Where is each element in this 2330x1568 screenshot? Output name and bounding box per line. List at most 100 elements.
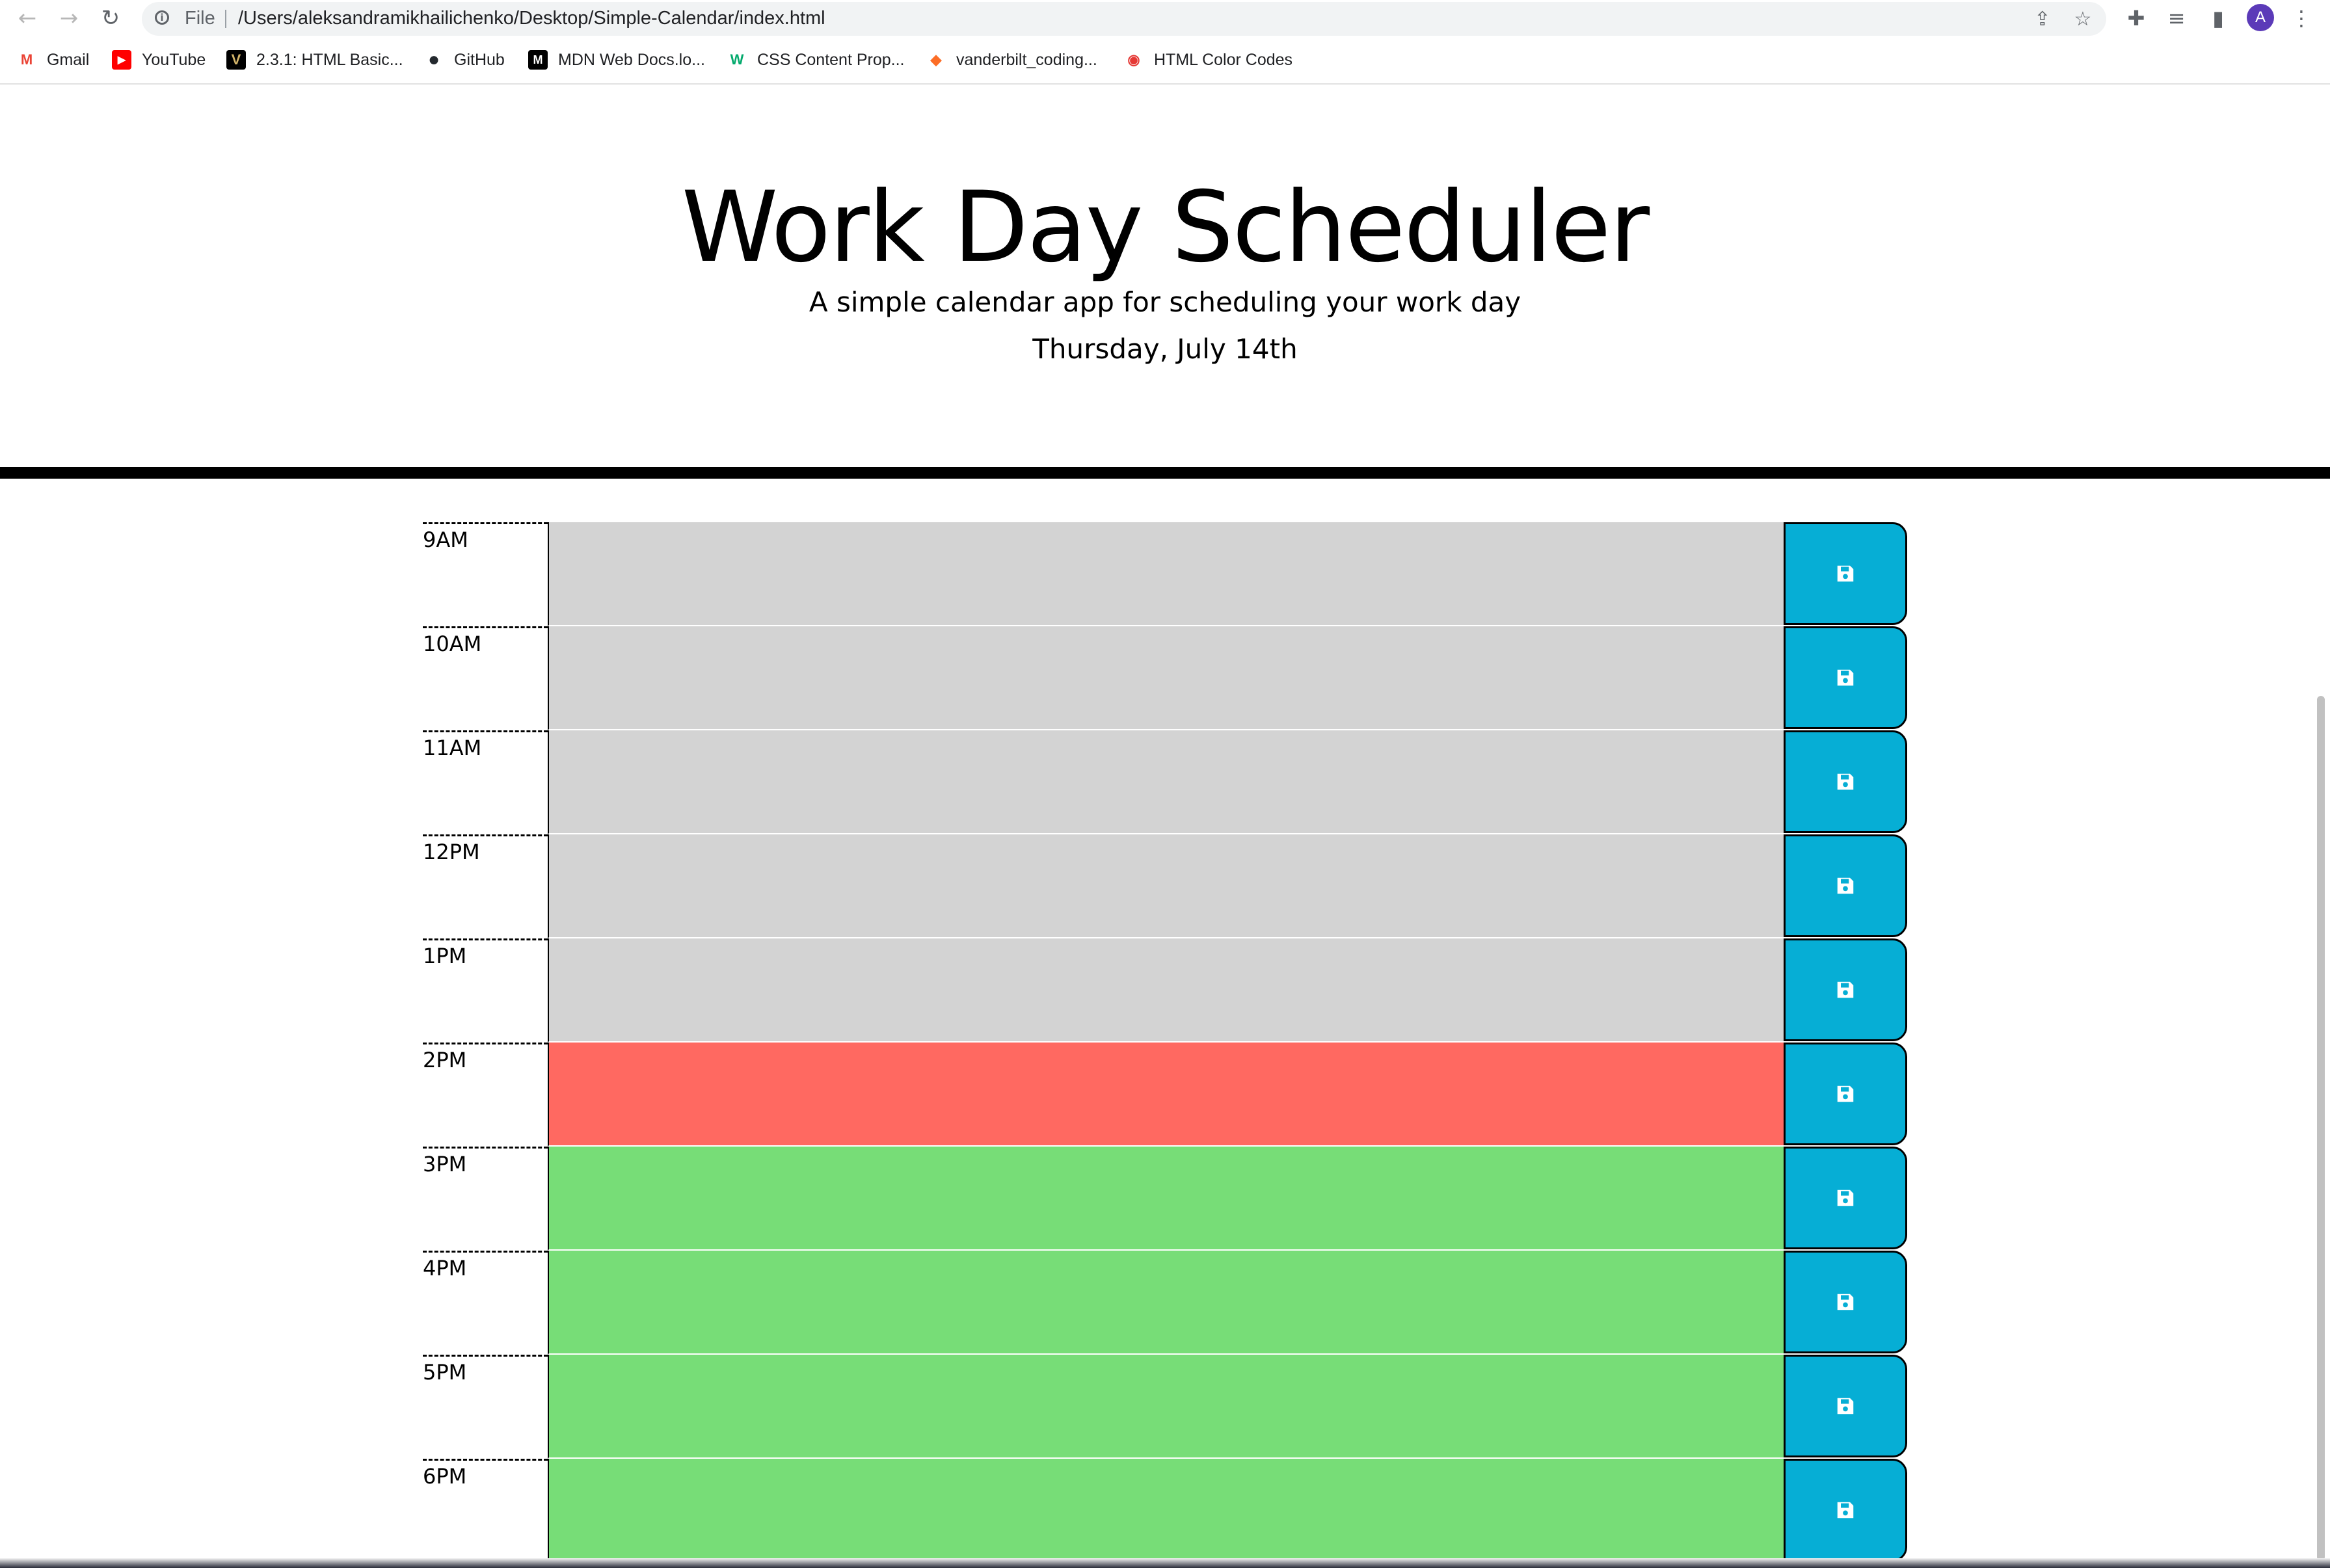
url-text[interactable]: /Users/aleksandramikhailichenko/Desktop/… — [238, 8, 825, 29]
hour-label: 11AM — [423, 730, 548, 834]
save-icon — [1837, 1189, 1854, 1206]
event-description-input[interactable] — [548, 730, 1784, 834]
save-icon — [1837, 565, 1854, 582]
page-scrollbar[interactable] — [2317, 696, 2325, 1561]
event-description-input[interactable] — [548, 1147, 1784, 1251]
event-description-input[interactable] — [548, 938, 1784, 1043]
page-subtitle: A simple calendar app for scheduling you… — [809, 286, 1521, 318]
share-icon[interactable]: ⇪ — [2031, 7, 2054, 31]
time-block: 3PM — [423, 1147, 1907, 1251]
bookmark-label: CSS Content Prop... — [757, 50, 905, 69]
bookmarks-bar: M Gmail ▶ YouTube V 2.3.1: HTML Basic...… — [0, 46, 2330, 74]
side-panel-icon[interactable]: ▮ — [2204, 4, 2232, 33]
menu-kebab-icon[interactable]: ⋮ — [2287, 4, 2316, 33]
gitlab-icon: ◆ — [930, 51, 942, 68]
event-description-input[interactable] — [548, 1355, 1784, 1459]
hour-label: 4PM — [423, 1251, 548, 1355]
save-button[interactable] — [1784, 1251, 1907, 1353]
hour-label: 12PM — [423, 834, 548, 938]
youtube-icon: ▶ — [112, 50, 131, 70]
hour-label: 9AM — [423, 522, 548, 626]
event-description-input[interactable] — [548, 834, 1784, 938]
bookmark-gmail[interactable]: M Gmail — [17, 46, 89, 74]
save-icon — [1837, 1294, 1854, 1310]
save-icon — [1837, 669, 1854, 686]
save-button[interactable] — [1784, 730, 1907, 833]
save-icon — [1837, 1398, 1854, 1415]
current-day: Thursday, July 14th — [1032, 333, 1298, 365]
save-button[interactable] — [1784, 522, 1907, 625]
bookmark-label: 2.3.1: HTML Basic... — [256, 50, 403, 69]
reading-list-icon[interactable]: ≡ — [2162, 4, 2191, 33]
time-block: 5PM — [423, 1355, 1907, 1459]
bookmark-github[interactable]: ● GitHub — [424, 46, 505, 74]
time-block: 12PM — [423, 834, 1907, 938]
mdn-icon: M — [528, 50, 548, 70]
time-block: 1PM — [423, 938, 1907, 1043]
hour-label: 1PM — [423, 938, 548, 1043]
event-description-input[interactable] — [548, 1251, 1784, 1355]
time-block: 6PM — [423, 1459, 1907, 1563]
schedule-container: 9AM 10AM 11AM 12PM 1PM 2PM 3PM 4PM 5PM 6… — [423, 522, 1907, 1563]
time-block: 11AM — [423, 730, 1907, 834]
address-divider — [225, 10, 226, 28]
bookmark-label: YouTube — [142, 50, 206, 69]
browser-toolbar: ← → ↻ i File /Users/aleksandramikhailich… — [0, 0, 2330, 36]
save-button[interactable] — [1784, 1459, 1907, 1561]
time-block: 9AM — [423, 522, 1907, 626]
vanderbilt-icon: V — [226, 50, 246, 70]
reload-icon[interactable]: ↻ — [98, 5, 124, 31]
extensions-puzzle-icon[interactable]: ✚ — [2122, 4, 2150, 33]
window-bottom-edge — [0, 1558, 2330, 1568]
time-block: 2PM — [423, 1043, 1907, 1147]
browser-chrome: ← → ↻ i File /Users/aleksandramikhailich… — [0, 0, 2330, 85]
save-button[interactable] — [1784, 1147, 1907, 1249]
w3schools-icon: W — [730, 51, 744, 68]
bookmark-label: Gmail — [47, 50, 90, 69]
event-description-input[interactable] — [548, 1459, 1784, 1563]
time-block: 4PM — [423, 1251, 1907, 1355]
save-button[interactable] — [1784, 938, 1907, 1041]
save-icon — [1837, 877, 1854, 894]
bookmark-html-basics[interactable]: V 2.3.1: HTML Basic... — [226, 46, 403, 74]
profile-avatar[interactable]: A — [2247, 4, 2274, 31]
hour-label: 2PM — [423, 1043, 548, 1147]
bookmark-star-icon[interactable]: ☆ — [2071, 7, 2095, 31]
page: ← → ↻ i File /Users/aleksandramikhailich… — [0, 0, 2330, 1568]
time-block: 10AM — [423, 626, 1907, 730]
bookmark-css-content[interactable]: W CSS Content Prop... — [727, 46, 905, 74]
event-description-input[interactable] — [548, 1043, 1784, 1147]
bookmark-youtube[interactable]: ▶ YouTube — [112, 46, 206, 74]
github-icon: ● — [427, 49, 440, 70]
event-description-input[interactable] — [548, 626, 1784, 730]
hour-label: 3PM — [423, 1147, 548, 1251]
bookmark-label: GitHub — [454, 50, 505, 69]
hour-label: 5PM — [423, 1355, 548, 1459]
bookmark-vanderbilt-coding[interactable]: ◆ vanderbilt_coding... — [926, 46, 1097, 74]
bookmark-label: MDN Web Docs.lo... — [558, 50, 705, 69]
file-scheme-label: File — [185, 8, 215, 29]
bookmark-html-color-codes[interactable]: ◉ HTML Color Codes — [1124, 46, 1292, 74]
event-description-input[interactable] — [548, 522, 1784, 626]
save-button[interactable] — [1784, 834, 1907, 937]
gmail-icon: M — [20, 51, 33, 68]
hour-label: 6PM — [423, 1459, 548, 1563]
save-button[interactable] — [1784, 1043, 1907, 1145]
save-icon — [1837, 1085, 1854, 1102]
save-button[interactable] — [1784, 1355, 1907, 1457]
address-bar[interactable]: i File /Users/aleksandramikhailichenko/D… — [142, 2, 2106, 36]
save-icon — [1837, 981, 1854, 998]
save-button[interactable] — [1784, 626, 1907, 729]
back-arrow-icon[interactable]: ← — [14, 5, 40, 31]
forward-arrow-icon[interactable]: → — [56, 5, 82, 31]
jumbotron-header: Work Day Scheduler A simple calendar app… — [0, 85, 2330, 467]
save-icon — [1837, 1502, 1854, 1519]
header-divider — [0, 467, 2330, 479]
bookmark-mdn[interactable]: M MDN Web Docs.lo... — [528, 46, 705, 74]
bookmark-label: HTML Color Codes — [1154, 50, 1293, 69]
site-info-icon[interactable]: i — [155, 10, 169, 25]
save-icon — [1837, 773, 1854, 790]
color-codes-icon: ◉ — [1127, 51, 1140, 68]
page-title: Work Day Scheduler — [681, 171, 1650, 284]
hour-label: 10AM — [423, 626, 548, 730]
